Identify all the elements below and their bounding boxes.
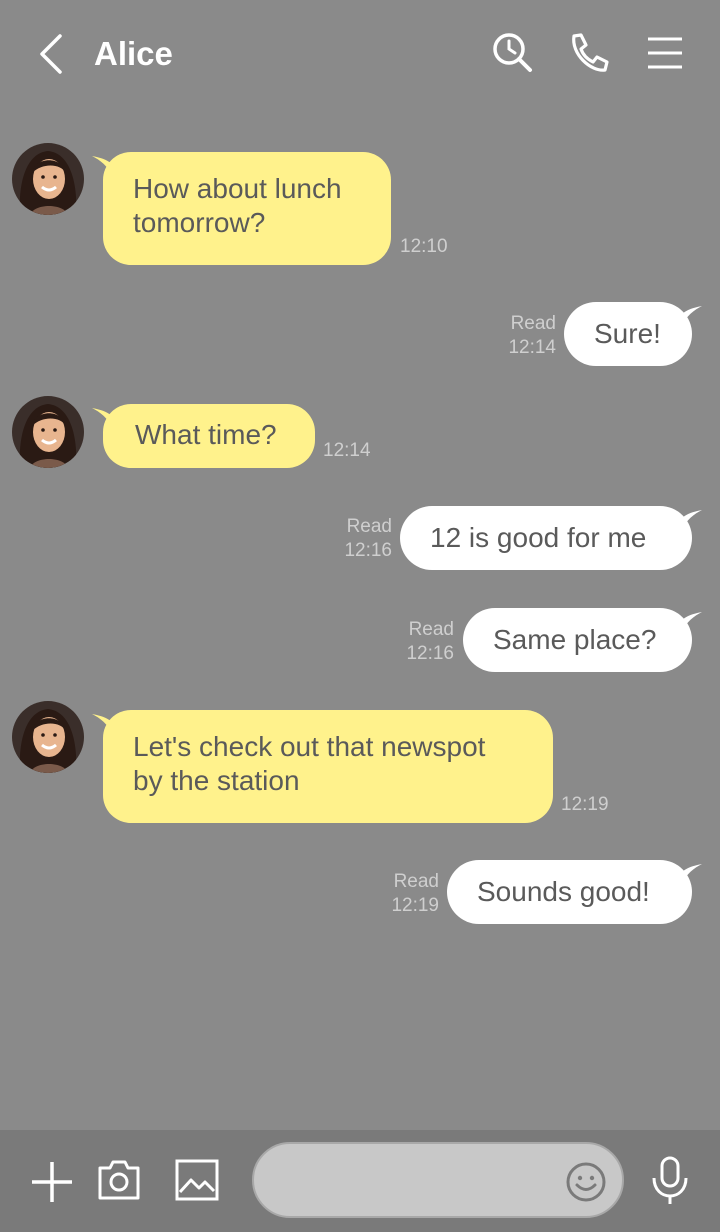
message-read-status: Read 12:14 (500, 312, 556, 360)
avatar-icon (12, 701, 84, 773)
message-text: by the station (133, 765, 300, 796)
chat-header: Alice (0, 0, 720, 108)
plus-icon (32, 1162, 72, 1202)
message-text: Sure! (594, 318, 661, 349)
chat-title: Alice (94, 35, 173, 72)
message-time: 12:19 (561, 794, 609, 815)
image-icon (175, 1159, 219, 1201)
search-button[interactable] (490, 30, 536, 76)
emoji-icon (566, 1162, 606, 1202)
menu-button[interactable] (642, 30, 688, 76)
avatar[interactable] (12, 701, 84, 773)
message-text: tomorrow? (133, 207, 266, 238)
message-bubble-incoming[interactable]: What time? (103, 404, 315, 468)
call-button[interactable] (565, 30, 611, 76)
message-time: 12:14 (323, 440, 371, 461)
bubble-tail (674, 306, 702, 326)
camera-icon (98, 1160, 140, 1200)
microphone-icon (652, 1156, 688, 1204)
voice-button[interactable] (648, 1156, 692, 1211)
chat-screen: Alice How about lunch tomorrow? 12:10 Re… (0, 0, 720, 1232)
read-label: Read (393, 871, 439, 892)
message-time: 12:16 (406, 643, 454, 664)
message-time: 12:10 (400, 236, 448, 257)
message-text: How about lunch (133, 173, 342, 204)
back-button[interactable] (30, 30, 74, 78)
composer-bar (0, 1130, 720, 1232)
read-label: Read (346, 516, 392, 537)
gallery-button[interactable] (174, 1158, 220, 1207)
avatar-icon (12, 143, 84, 215)
read-label: Read (510, 313, 556, 334)
message-read-status: Read 12:19 (383, 870, 439, 918)
message-time: 12:16 (344, 540, 392, 561)
message-text: 12 is good for me (430, 522, 647, 553)
message-bubble-outgoing[interactable]: Same place? (463, 608, 692, 672)
bubble-tail (674, 510, 702, 530)
message-text: What time? (135, 419, 277, 450)
message-read-status: Read 12:16 (336, 515, 392, 563)
message-bubble-incoming[interactable]: Let's check out that newspot by the stat… (103, 710, 553, 823)
message-text: Sounds good! (477, 876, 650, 907)
bubble-tail (674, 864, 702, 884)
avatar-icon (12, 396, 84, 468)
message-text: Same place? (493, 624, 657, 655)
phone-icon (572, 33, 609, 72)
message-time: 12:14 (508, 337, 556, 358)
avatar[interactable] (12, 396, 84, 468)
message-input[interactable] (278, 1162, 558, 1198)
message-input-container[interactable] (252, 1142, 624, 1218)
attach-button[interactable] (30, 1160, 74, 1209)
camera-button[interactable] (96, 1158, 142, 1207)
bubble-tail (674, 612, 702, 632)
message-bubble-incoming[interactable]: How about lunch tomorrow? (103, 152, 391, 265)
avatar[interactable] (12, 143, 84, 215)
message-bubble-outgoing[interactable]: 12 is good for me (400, 506, 692, 570)
hamburger-menu-icon (648, 37, 682, 69)
read-label: Read (408, 619, 454, 640)
search-history-icon (493, 33, 532, 72)
message-time: 12:19 (391, 895, 439, 916)
chevron-left-icon (40, 34, 62, 74)
emoji-button[interactable] (564, 1160, 608, 1204)
message-text: Let's check out that newspot (133, 731, 486, 762)
message-read-status: Read 12:16 (398, 618, 454, 666)
message-bubble-outgoing[interactable]: Sounds good! (447, 860, 692, 924)
message-bubble-outgoing[interactable]: Sure! (564, 302, 692, 366)
